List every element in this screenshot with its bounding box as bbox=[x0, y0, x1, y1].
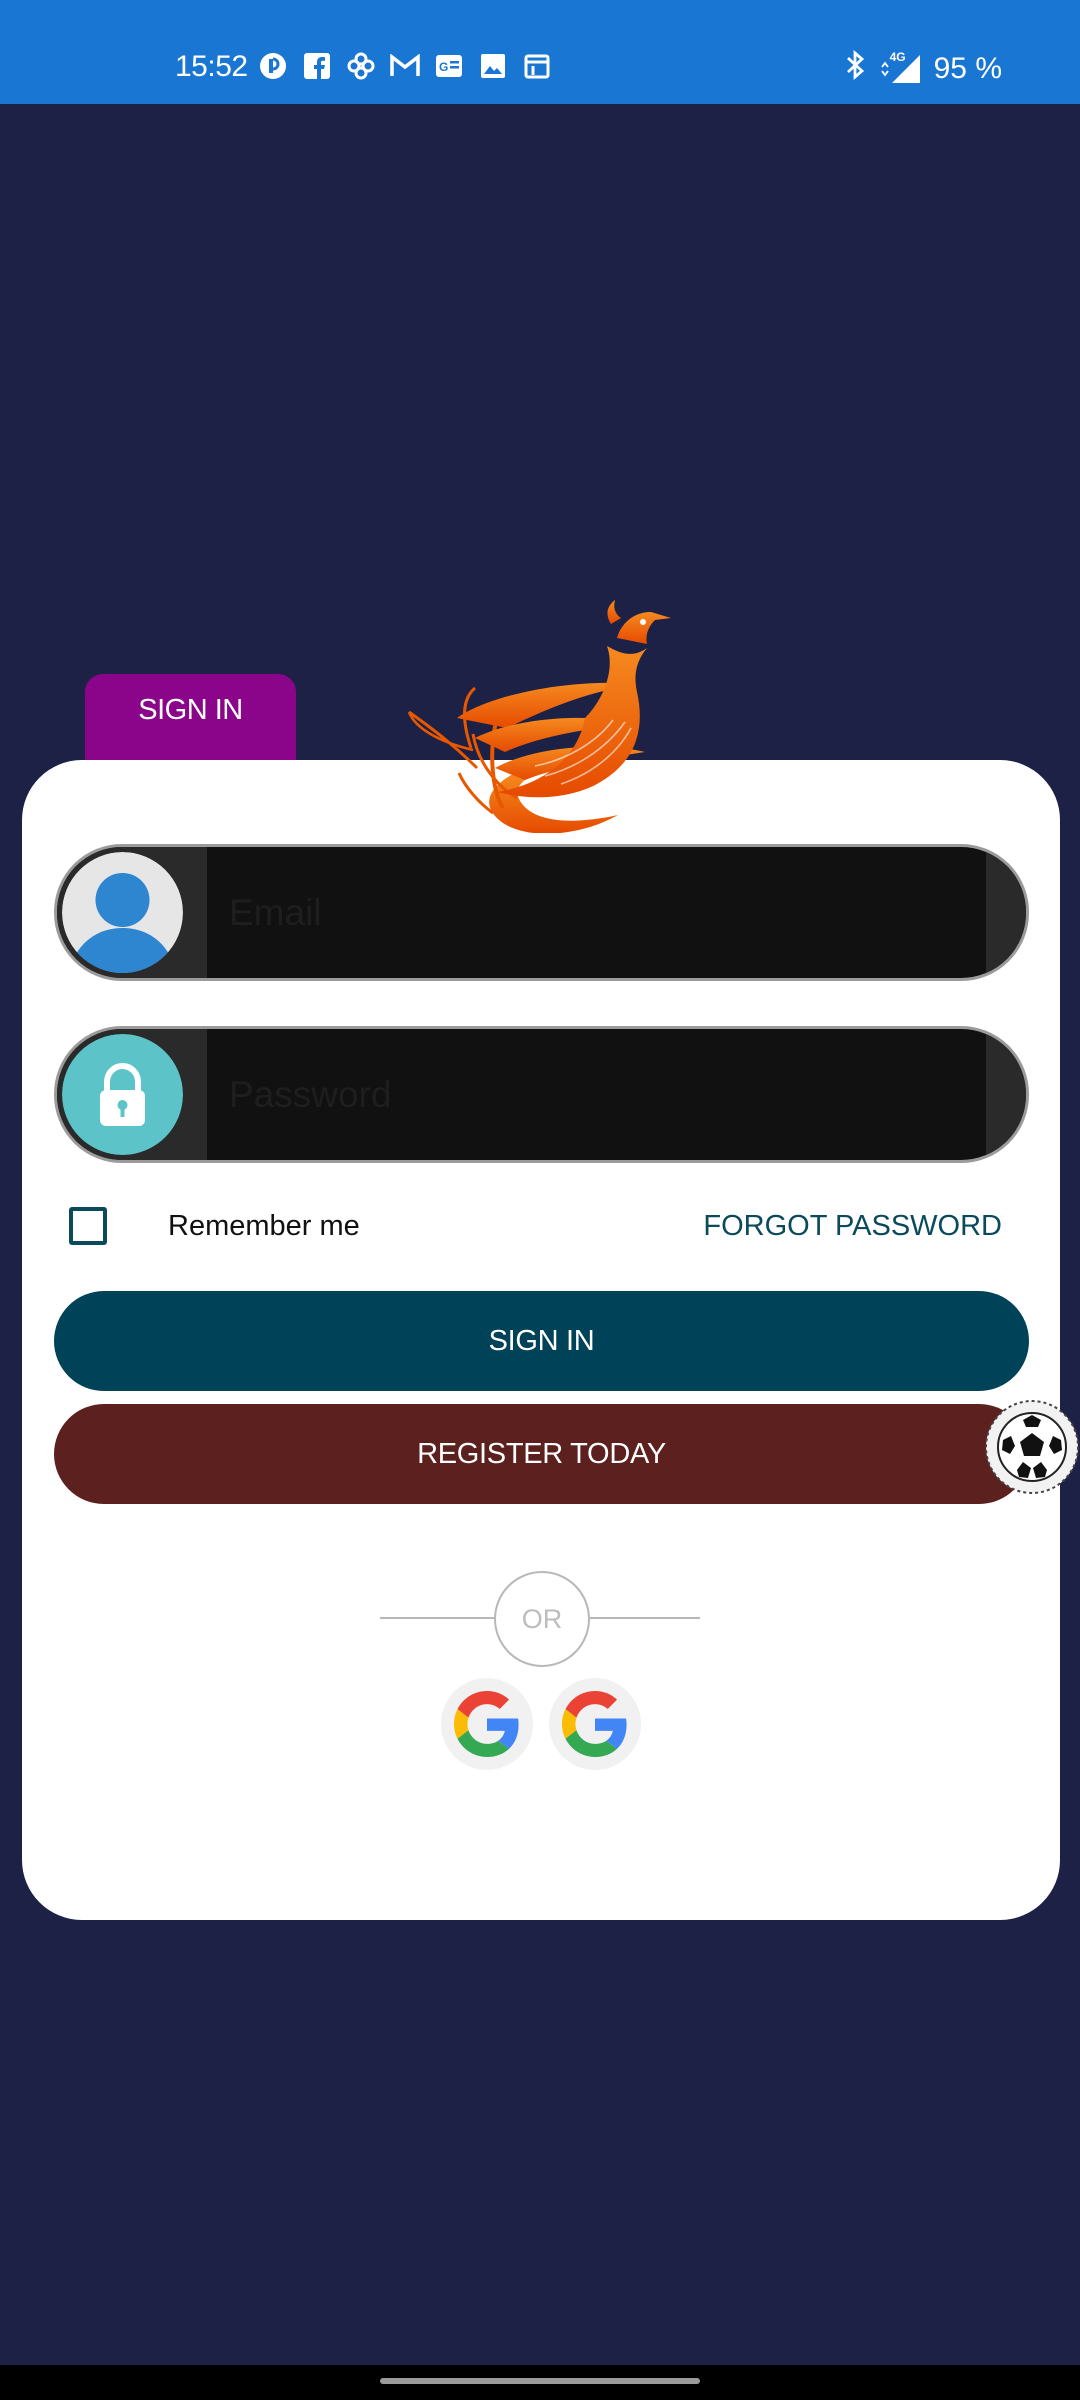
record-icon bbox=[258, 52, 288, 80]
bluetooth-icon bbox=[844, 49, 866, 88]
status-bar: 15:52 G 4G 95 % bbox=[0, 0, 1080, 104]
email-input[interactable] bbox=[207, 847, 987, 978]
network-type-label: 4G bbox=[889, 50, 906, 64]
soccer-ball-icon[interactable] bbox=[983, 1398, 1080, 1496]
phoenix-logo bbox=[407, 600, 671, 833]
sign-in-button[interactable]: SIGN IN bbox=[54, 1291, 1029, 1391]
tab-sign-in[interactable]: SIGN IN bbox=[85, 674, 296, 764]
divider-right bbox=[590, 1617, 700, 1619]
remember-me-label[interactable]: Remember me bbox=[168, 1210, 360, 1243]
calendar-icon bbox=[522, 52, 552, 80]
gmail-icon bbox=[390, 52, 420, 80]
google-sign-in-button[interactable] bbox=[441, 1678, 533, 1770]
email-field-cap bbox=[986, 847, 1026, 978]
or-divider: OR bbox=[494, 1571, 590, 1667]
google-icon bbox=[562, 1691, 627, 1757]
divider-left bbox=[380, 1617, 495, 1619]
svg-text:G: G bbox=[439, 60, 448, 74]
status-time: 15:52 bbox=[175, 50, 248, 83]
news-icon: G bbox=[434, 52, 464, 80]
register-button[interactable]: REGISTER TODAY bbox=[54, 1404, 1029, 1504]
lock-icon bbox=[62, 1034, 183, 1155]
gallery-icon bbox=[478, 52, 508, 80]
pinwheel-icon bbox=[346, 52, 376, 80]
signal-icon: 4G bbox=[878, 50, 922, 84]
system-status: 4G 95 % bbox=[844, 49, 1002, 88]
forgot-password-link[interactable]: FORGOT PASSWORD bbox=[703, 1210, 1002, 1243]
user-avatar-icon bbox=[62, 852, 183, 973]
home-gesture-handle[interactable] bbox=[380, 2378, 700, 2384]
google-icon bbox=[454, 1691, 519, 1757]
email-field[interactable] bbox=[54, 844, 1029, 981]
password-input[interactable] bbox=[207, 1029, 987, 1160]
facebook-icon bbox=[302, 52, 332, 80]
password-field-cap bbox=[986, 1029, 1026, 1160]
password-field[interactable] bbox=[54, 1026, 1029, 1163]
battery-level: 95 % bbox=[933, 52, 1002, 85]
google-sign-in-button-alt[interactable] bbox=[549, 1678, 641, 1770]
remember-me-checkbox[interactable] bbox=[69, 1207, 107, 1245]
notification-icons: G bbox=[258, 52, 552, 80]
